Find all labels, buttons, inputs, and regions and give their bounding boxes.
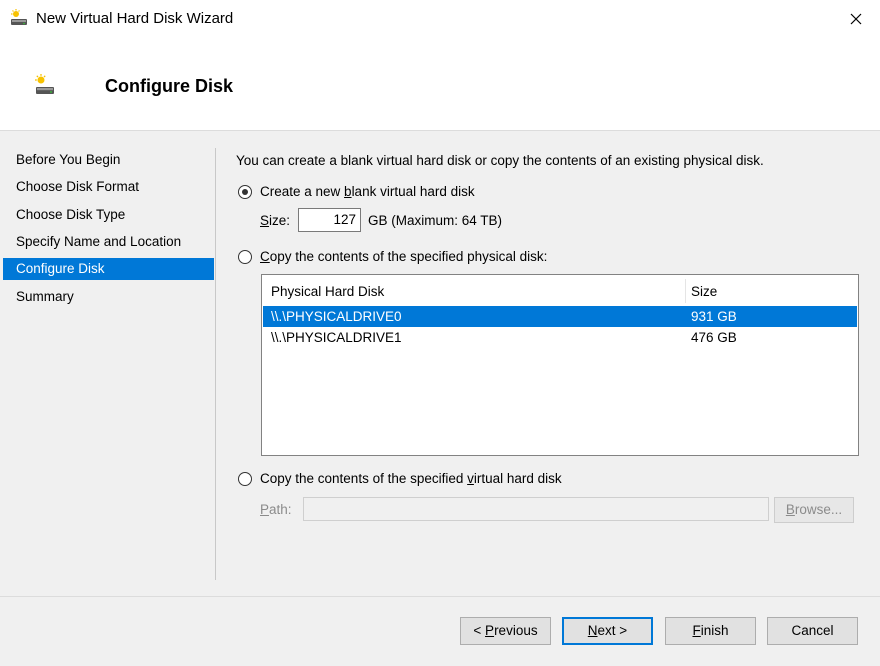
- nav-item-choose-disk-format[interactable]: Choose Disk Format: [3, 176, 214, 198]
- column-header-size[interactable]: Size: [691, 284, 717, 299]
- path-input[interactable]: [303, 497, 769, 521]
- radio-new-blank-disk[interactable]: [238, 185, 252, 199]
- disk-name-cell: \\.\PHYSICALDRIVE1: [271, 330, 402, 345]
- window-title: New Virtual Hard Disk Wizard: [36, 10, 234, 27]
- disk-name-cell: \\.\PHYSICALDRIVE0: [271, 309, 402, 324]
- physical-disk-list[interactable]: [261, 274, 859, 456]
- radio-copy-virtual-disk[interactable]: [238, 472, 252, 486]
- size-suffix: GB (Maximum: 64 TB): [368, 213, 503, 228]
- nav-item-before-you-begin[interactable]: Before You Begin: [3, 149, 214, 171]
- size-label: Size:: [260, 213, 291, 228]
- nav-item-configure-disk[interactable]: Configure Disk: [3, 258, 214, 280]
- title-bar: New Virtual Hard Disk Wizard: [0, 0, 880, 40]
- virtual-disk-icon: [10, 9, 28, 27]
- page-title: Configure Disk: [105, 76, 234, 96]
- close-icon: [850, 13, 862, 25]
- close-button[interactable]: [838, 4, 874, 34]
- previous-button[interactable]: < Previous: [460, 617, 551, 645]
- table-row[interactable]: \\.\PHYSICALDRIVE0 931 GB: [263, 306, 857, 327]
- finish-button[interactable]: Finish: [665, 617, 756, 645]
- column-header-physical-hard-disk[interactable]: Physical Hard Disk: [271, 284, 384, 299]
- nav-divider: [215, 148, 216, 580]
- path-label: Path:: [260, 502, 292, 517]
- nav-item-choose-disk-type[interactable]: Choose Disk Type: [3, 204, 214, 226]
- wizard-header: Configure Disk: [0, 40, 880, 131]
- radio-new-blank-disk-label[interactable]: Create a new blank virtual hard disk: [260, 184, 475, 199]
- size-input[interactable]: 127: [298, 208, 361, 232]
- disk-size-cell: 931 GB: [691, 309, 737, 324]
- virtual-disk-icon: [34, 74, 56, 96]
- radio-copy-virtual-disk-label[interactable]: Copy the contents of the specified virtu…: [260, 471, 562, 486]
- next-button[interactable]: Next >: [562, 617, 653, 645]
- cancel-button[interactable]: Cancel: [767, 617, 858, 645]
- radio-copy-physical-disk[interactable]: [238, 250, 252, 264]
- intro-text: You can create a blank virtual hard disk…: [236, 153, 764, 168]
- footer-divider: [0, 596, 880, 597]
- disk-size-cell: 476 GB: [691, 330, 737, 345]
- table-row[interactable]: \\.\PHYSICALDRIVE1 476 GB: [263, 327, 857, 348]
- column-separator[interactable]: [685, 279, 686, 303]
- nav-item-summary[interactable]: Summary: [3, 286, 214, 308]
- browse-button[interactable]: Browse...: [774, 497, 854, 523]
- radio-copy-physical-disk-label[interactable]: Copy the contents of the specified physi…: [260, 249, 547, 264]
- nav-item-specify-name-location[interactable]: Specify Name and Location: [3, 231, 214, 253]
